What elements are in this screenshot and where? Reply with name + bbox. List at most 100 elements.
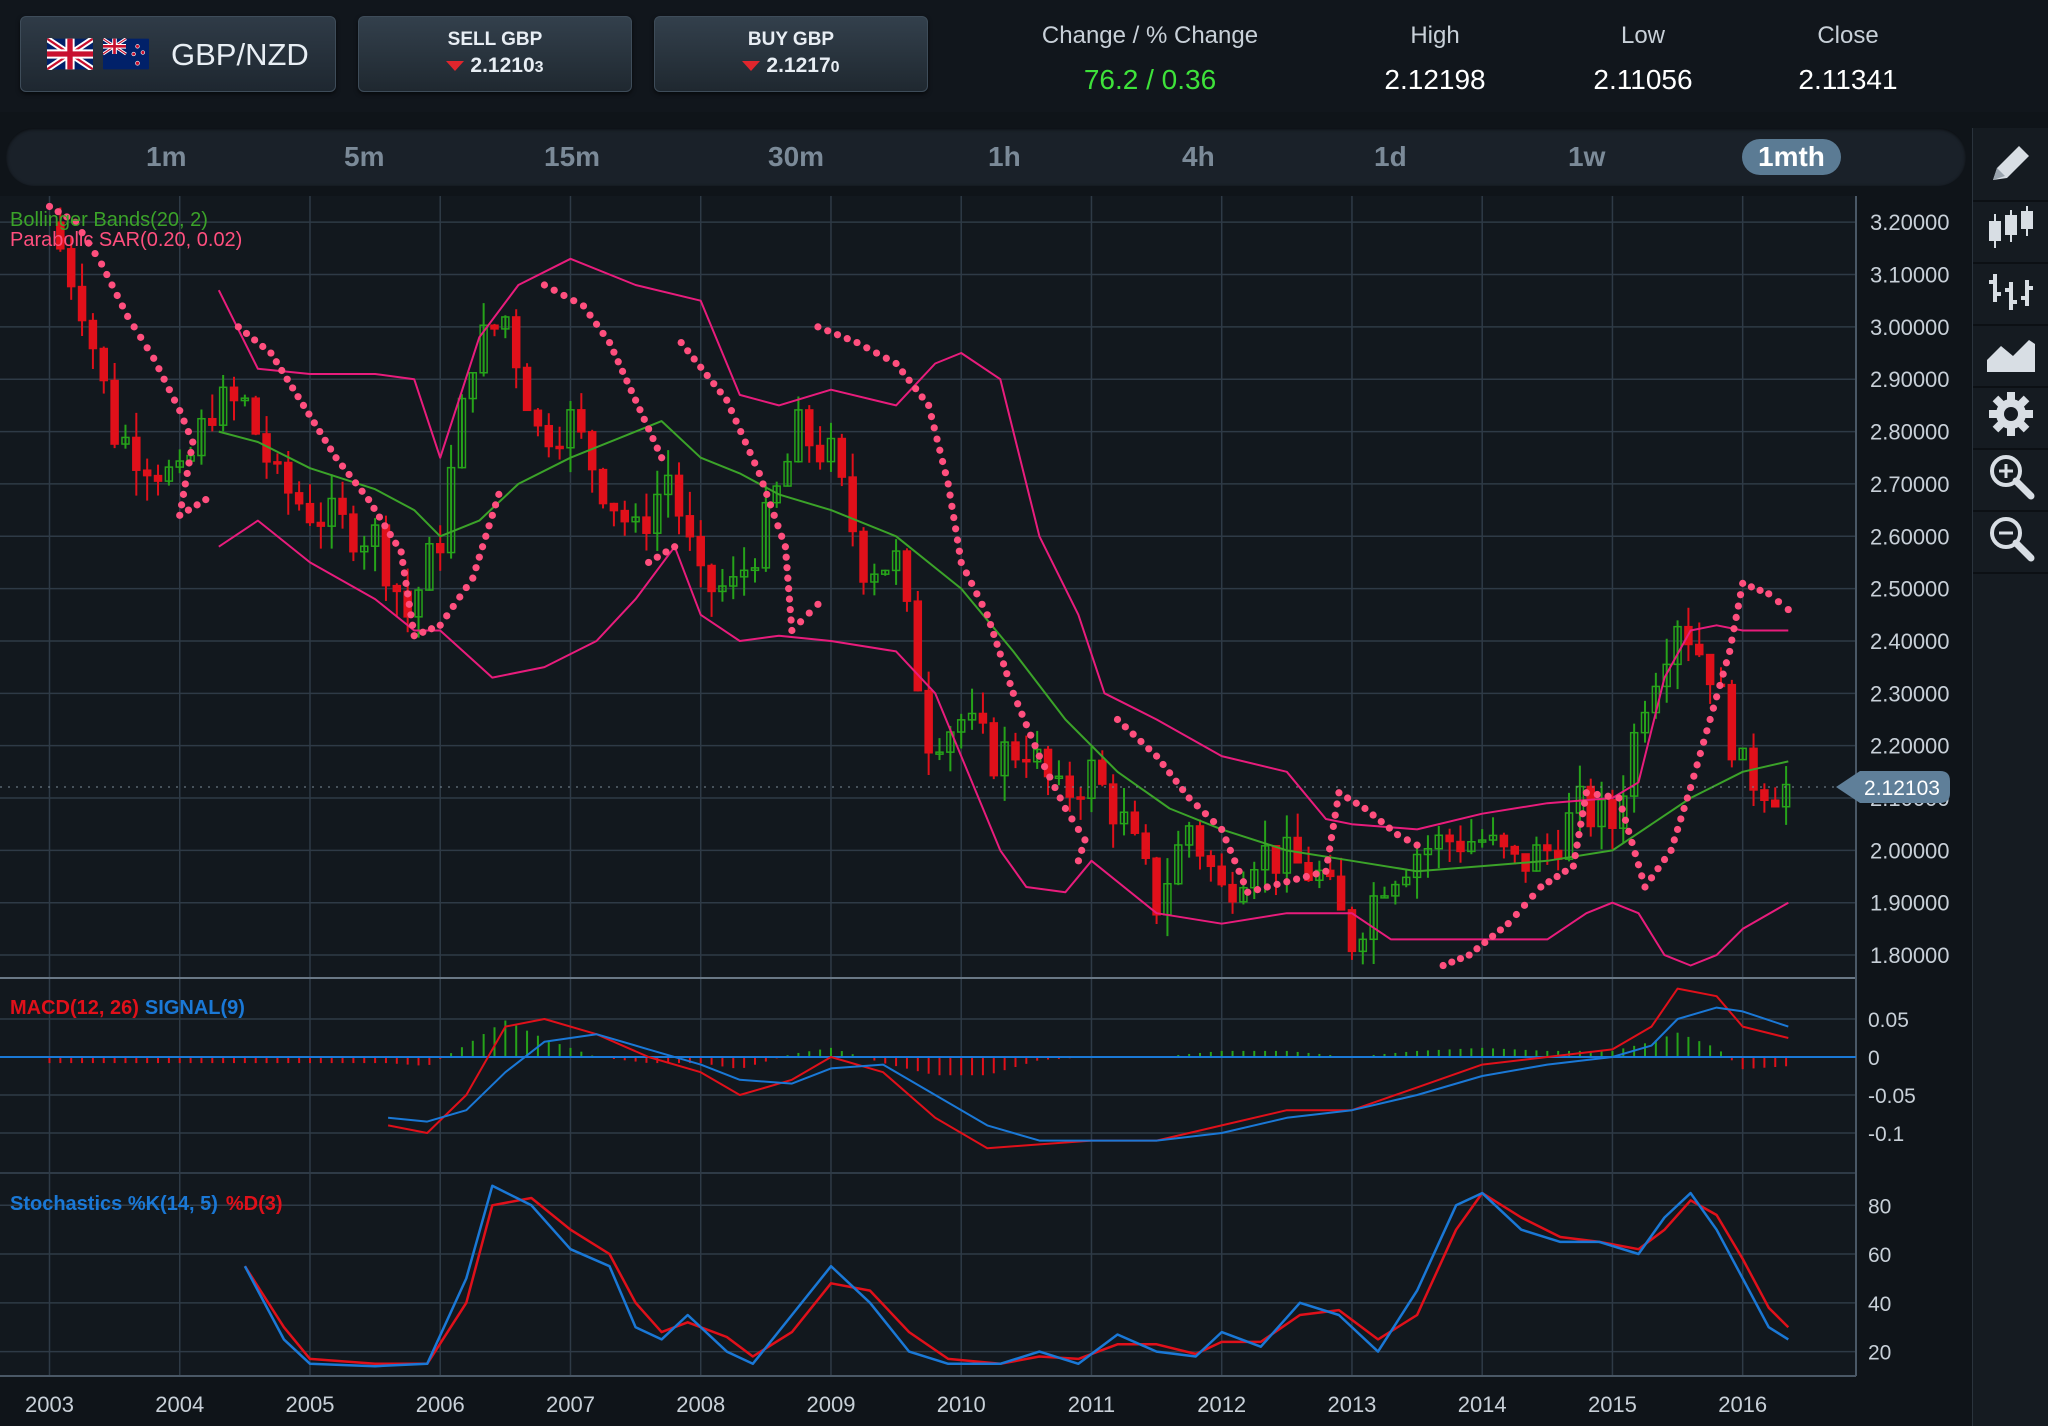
timeframe-1mth[interactable]: 1mth xyxy=(1742,139,1841,175)
sar-dot xyxy=(189,438,197,446)
sar-dot xyxy=(627,386,635,395)
candle-down xyxy=(88,319,98,350)
sar-dot xyxy=(1244,888,1252,896)
price-tick-label: 2.00000 xyxy=(1870,838,1950,863)
candle-down xyxy=(273,461,282,465)
sar-dot xyxy=(118,302,127,310)
sar-dot xyxy=(375,513,384,521)
sar-dot xyxy=(364,496,373,504)
sar-dot xyxy=(1027,731,1035,739)
zoom-in-icon[interactable] xyxy=(1983,448,2039,504)
timeframe-4h[interactable]: 4h xyxy=(1166,139,1231,175)
macd-tick-label: 0 xyxy=(1868,1047,1880,1070)
pair-selector[interactable]: GBP/NZD xyxy=(20,16,336,92)
sar-dot xyxy=(936,446,944,454)
stoch-tick-label: 40 xyxy=(1868,1293,1891,1316)
candle-down xyxy=(924,689,933,754)
sar-dot xyxy=(184,506,193,514)
sar-dot xyxy=(1324,856,1332,864)
sar-dot xyxy=(472,564,480,572)
timeframe-30m[interactable]: 30m xyxy=(752,139,840,175)
pencil-icon[interactable] xyxy=(1983,136,2039,192)
sar-dot xyxy=(944,480,952,488)
stoch-tick-label: 80 xyxy=(1868,1195,1891,1218)
timeframe-1w[interactable]: 1w xyxy=(1552,139,1621,175)
sar-dot xyxy=(968,579,976,587)
down-arrow-icon xyxy=(446,61,465,72)
sar-dot xyxy=(618,367,627,375)
quote-header: GBP/NZD SELL GBP 2.12103 BUY GBP 2.12170… xyxy=(0,0,2048,112)
sar-dot xyxy=(1113,715,1122,724)
macd-tick-label: 0.05 xyxy=(1868,1009,1909,1032)
sar-dot xyxy=(410,632,418,640)
candle-down xyxy=(1195,825,1205,857)
sar-dot xyxy=(351,479,360,487)
sar-dot xyxy=(1634,861,1643,869)
area-chart-icon[interactable] xyxy=(1983,324,2039,380)
candle-down xyxy=(1510,845,1520,855)
candlestick-icon[interactable] xyxy=(1983,200,2039,256)
sar-dot xyxy=(187,448,195,457)
sar-dot xyxy=(1489,932,1497,940)
sell-button[interactable]: SELL GBP 2.12103 xyxy=(358,16,632,92)
sar-dot xyxy=(289,384,297,392)
sar-dot xyxy=(475,553,483,561)
sar-dot xyxy=(1593,790,1601,799)
sar-dot xyxy=(1201,810,1210,818)
sar-dot xyxy=(1686,783,1695,792)
candle-down xyxy=(707,564,716,593)
timeframe-5m[interactable]: 5m xyxy=(328,139,400,175)
ohlc-bars-icon[interactable] xyxy=(1983,262,2039,318)
sar-dot xyxy=(180,417,188,425)
year-label: 2003 xyxy=(25,1392,74,1417)
year-label: 2015 xyxy=(1588,1392,1637,1417)
candle-down xyxy=(1445,834,1454,843)
buy-button[interactable]: BUY GBP 2.12170 xyxy=(654,16,928,92)
sar-dot xyxy=(677,338,685,347)
zoom-out-icon[interactable] xyxy=(1983,510,2039,566)
candle-down xyxy=(902,550,912,602)
sar-dot xyxy=(1722,659,1731,667)
sar-dot xyxy=(778,532,786,540)
sar-dot xyxy=(782,553,790,561)
sar-dot xyxy=(983,611,991,619)
timeframe-15m[interactable]: 15m xyxy=(528,139,616,175)
sar-dot xyxy=(805,609,813,617)
sar-dot xyxy=(1137,737,1145,746)
sar-dot xyxy=(1193,802,1201,810)
sar-dot xyxy=(1061,804,1070,813)
sar-dot xyxy=(419,628,427,636)
sar-dot xyxy=(456,593,464,601)
candle-down xyxy=(153,474,163,482)
timeframe-1d[interactable]: 1d xyxy=(1358,139,1423,175)
candle-down xyxy=(338,497,347,515)
sar-dot xyxy=(662,548,670,556)
sar-dot xyxy=(1537,883,1545,891)
stat-close: Close 2.11341 xyxy=(1798,22,1898,95)
sar-dot xyxy=(399,558,407,567)
candle-down xyxy=(1727,683,1737,761)
legend-macd-name: MACD(12, 26) xyxy=(10,997,139,1019)
sar-dot xyxy=(1496,926,1505,934)
candle-down xyxy=(1543,844,1552,852)
price-tick-label: 1.80000 xyxy=(1870,943,1950,968)
sar-dot xyxy=(1604,792,1612,800)
year-label: 2009 xyxy=(806,1392,855,1417)
candle-down xyxy=(1043,748,1053,778)
sar-dot xyxy=(732,417,740,425)
sar-dot xyxy=(181,480,189,488)
price-tick-label: 2.20000 xyxy=(1870,734,1950,759)
price-chart[interactable]: 3.20000 3.10000 3.00000 2.90000 2.80000 2.700… xyxy=(0,196,1972,1426)
sar-dot xyxy=(1014,700,1022,708)
sar-dot xyxy=(1709,704,1717,712)
sar-dot xyxy=(570,297,578,305)
sar-dot xyxy=(1615,794,1623,802)
candle-down xyxy=(1499,834,1509,848)
timeframe-1m[interactable]: 1m xyxy=(130,139,202,175)
sar-dot xyxy=(305,410,313,418)
sar-dot xyxy=(404,590,412,598)
sar-dot xyxy=(1226,846,1234,854)
timeframe-1h[interactable]: 1h xyxy=(972,139,1037,175)
gear-icon[interactable] xyxy=(1983,386,2039,442)
sar-dot xyxy=(267,349,275,357)
